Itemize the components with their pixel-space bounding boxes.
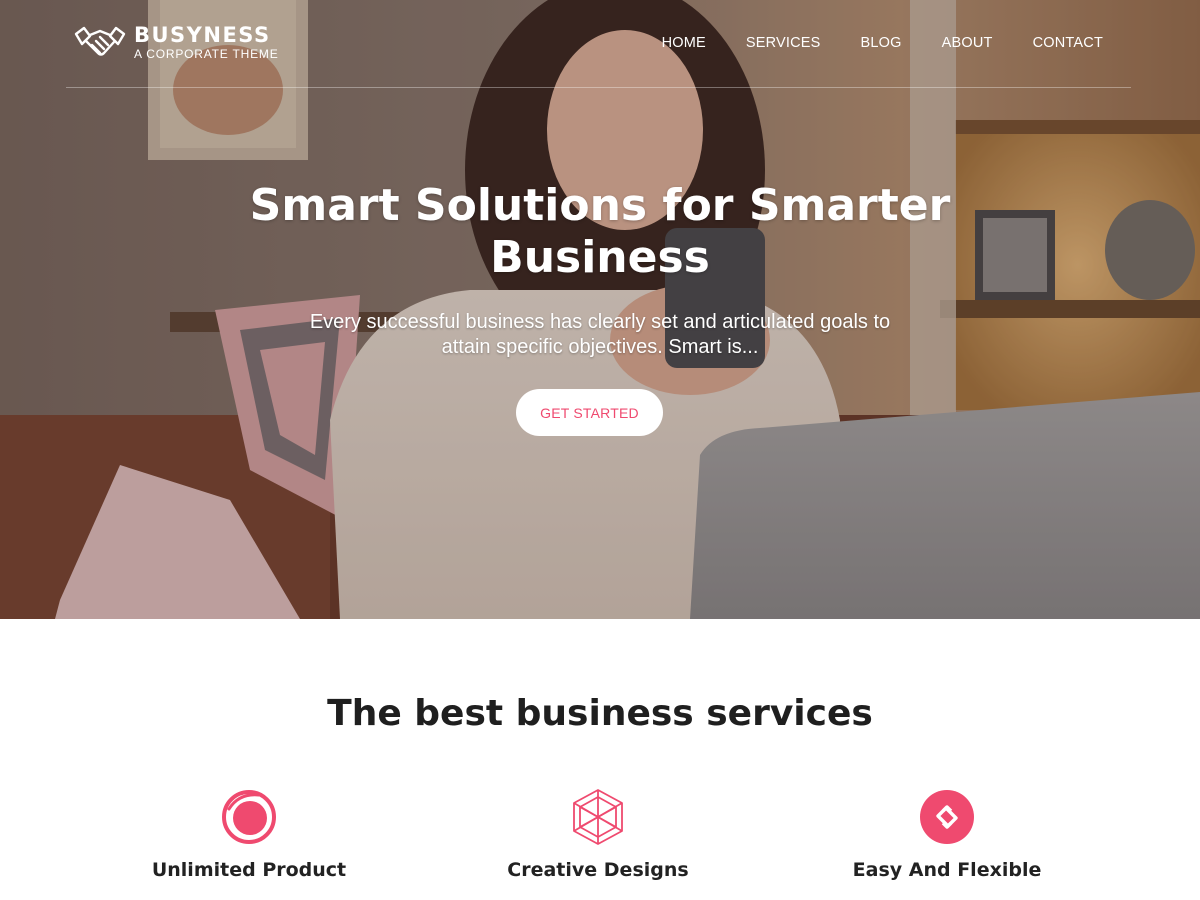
service-label: Creative Designs [507, 859, 689, 881]
nav-item-services: SERVICES [746, 34, 821, 52]
nav-item-contact: CONTACT [1033, 34, 1103, 52]
nav-item-blog: BLOG [861, 34, 902, 52]
get-started-button[interactable]: GET STARTED [516, 389, 663, 436]
main-navigation: HOME SERVICES BLOG ABOUT CONTACT [662, 34, 1103, 52]
geometric-hexagon-icon [573, 789, 623, 845]
service-label: Unlimited Product [151, 859, 347, 881]
hero-section: BUSYNESS A CORPORATE THEME HOME SERVICES… [0, 0, 1200, 619]
nav-link-contact[interactable]: CONTACT [1033, 35, 1103, 51]
ring-circle-icon [222, 790, 276, 844]
hero-description: Every successful business has clearly se… [309, 311, 891, 358]
handshake-icon [74, 26, 126, 56]
site-header: BUSYNESS A CORPORATE THEME HOME SERVICES… [66, 0, 1131, 88]
nav-link-services[interactable]: SERVICES [746, 35, 821, 51]
nav-item-home: HOME [662, 34, 706, 52]
hero-title: Smart Solutions for Smarter Business [249, 180, 951, 283]
service-creative-designs: Creative Designs [468, 787, 728, 881]
brand-tagline: A CORPORATE THEME [134, 46, 279, 61]
service-easy-and-flexible: Easy And Flexible [817, 787, 1077, 881]
service-unlimited-product: Unlimited Product [119, 787, 379, 881]
nav-link-about[interactable]: ABOUT [942, 35, 993, 51]
service-label: Easy And Flexible [852, 859, 1042, 881]
nav-item-about: ABOUT [942, 34, 993, 52]
services-heading: The best business services [327, 693, 873, 734]
linked-diamonds-icon [920, 790, 974, 844]
brand-name: BUSYNESS [134, 22, 271, 47]
site-logo[interactable]: BUSYNESS A CORPORATE THEME [74, 22, 279, 62]
nav-link-home[interactable]: HOME [662, 35, 706, 51]
hero-content: Smart Solutions for Smarter Business Eve… [0, 180, 1200, 436]
nav-link-blog[interactable]: BLOG [861, 35, 902, 51]
